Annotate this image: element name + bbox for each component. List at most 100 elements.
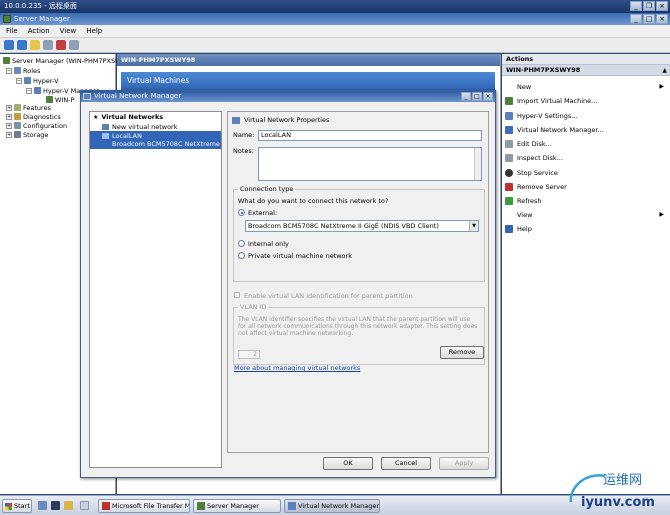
- notes-textarea[interactable]: [258, 147, 482, 181]
- view-icon: [505, 211, 513, 219]
- settings-icon: [505, 111, 513, 120]
- file-transfer-icon: [102, 502, 110, 510]
- powershell-quicklaunch-icon[interactable]: [51, 501, 60, 510]
- server-manager-quicklaunch-icon[interactable]: [38, 501, 47, 510]
- expander-arrow-icon: ★: [93, 113, 99, 121]
- tree-item-storage[interactable]: + Storage: [6, 130, 48, 139]
- action-inspect-disk[interactable]: Inspect Disk...: [505, 152, 667, 163]
- explorer-quicklaunch-icon[interactable]: [64, 501, 73, 510]
- action-new[interactable]: New ▶: [505, 81, 667, 92]
- more-about-virtual-networks-link[interactable]: More about managing virtual networks: [234, 364, 360, 372]
- vlan-id-stepper[interactable]: 2: [238, 350, 260, 359]
- tree-item-roles[interactable]: − Roles: [6, 66, 40, 75]
- actions-header: Actions: [502, 54, 670, 65]
- menu-action[interactable]: Action: [28, 25, 50, 37]
- properties-header: Virtual Network Properties: [232, 116, 329, 124]
- notes-scrollbar[interactable]: [474, 148, 481, 180]
- action-virtual-network-manager[interactable]: Virtual Network Manager...: [505, 124, 667, 135]
- rdp-title-bar: 10.0.0.235 - 远程桌面 _ ❐ ×: [0, 0, 670, 13]
- virtual-machines-header: Virtual Machines: [121, 72, 495, 90]
- network-adapter-select[interactable]: Broadcom BCM5708C NetXtreme II GigE (NDI…: [245, 220, 479, 232]
- window-controls: _ □ ×: [630, 14, 668, 24]
- network-icon: [288, 502, 296, 510]
- toolbar: [0, 38, 670, 53]
- help-icon[interactable]: [56, 40, 66, 50]
- expand-icon[interactable]: +: [6, 122, 12, 129]
- forward-icon[interactable]: [17, 40, 27, 50]
- virtual-networks-header[interactable]: ★ Virtual Networks: [90, 112, 221, 122]
- action-import-vm[interactable]: Import Virtual Machine...: [505, 95, 667, 106]
- properties-icon[interactable]: [69, 40, 79, 50]
- collapse-arrow-icon[interactable]: ▲: [662, 65, 667, 76]
- virtual-network-manager-dialog: Virtual Network Manager _ □ × ★ Virtual …: [80, 90, 496, 478]
- network-properties-icon: [232, 116, 240, 124]
- minimize-icon[interactable]: _: [461, 92, 471, 101]
- action-refresh[interactable]: Refresh: [505, 195, 667, 206]
- configuration-icon: [14, 122, 21, 129]
- dropdown-arrow-icon[interactable]: ▼: [469, 221, 478, 231]
- start-button[interactable]: Start: [2, 499, 32, 513]
- up-folder-icon[interactable]: [30, 40, 40, 50]
- window-title: Server Manager: [14, 15, 70, 23]
- vlan-description: The VLAN identifier specifies the virtua…: [238, 316, 478, 337]
- selected-network-item[interactable]: LocalLAN Broadcom BCM5708C NetXtreme II.…: [90, 131, 221, 149]
- selected-network-adapter: Broadcom BCM5708C NetXtreme II...: [112, 140, 221, 148]
- actions-subheader[interactable]: WIN-PHM7PXSWY98 ▲: [502, 65, 670, 76]
- private-network-radio[interactable]: [238, 252, 245, 259]
- action-help[interactable]: Help: [505, 223, 667, 234]
- maximize-icon[interactable]: □: [472, 92, 482, 101]
- expand-icon[interactable]: +: [6, 131, 12, 138]
- apply-button[interactable]: Apply: [439, 457, 489, 470]
- maximize-icon[interactable]: □: [643, 14, 655, 24]
- action-hyper-v-settings[interactable]: Hyper-V Settings...: [505, 110, 667, 121]
- server-node-icon: [46, 96, 53, 103]
- cancel-button[interactable]: Cancel: [381, 457, 431, 470]
- remove-button[interactable]: Remove: [440, 346, 484, 359]
- ok-button[interactable]: OK: [323, 457, 373, 470]
- action-edit-disk[interactable]: Edit Disk...: [505, 138, 667, 149]
- help-icon: [505, 224, 513, 233]
- roles-icon: [14, 67, 21, 74]
- collapse-icon[interactable]: −: [6, 67, 12, 74]
- expand-icon[interactable]: +: [6, 113, 12, 120]
- menu-file[interactable]: File: [6, 25, 18, 37]
- connection-type-title: Connection type: [238, 185, 296, 193]
- minimize-icon[interactable]: _: [630, 1, 642, 11]
- storage-icon: [14, 131, 21, 138]
- submenu-arrow-icon: ▶: [659, 211, 664, 218]
- close-icon[interactable]: ×: [656, 14, 668, 24]
- close-icon[interactable]: ×: [656, 1, 668, 11]
- expand-icon[interactable]: +: [6, 104, 12, 111]
- collapse-icon[interactable]: −: [26, 87, 32, 94]
- tree-item-hyper-v[interactable]: − Hyper-V: [16, 76, 59, 85]
- menu-view[interactable]: View: [60, 25, 77, 37]
- minimize-icon[interactable]: _: [630, 14, 642, 24]
- name-input[interactable]: LocalLAN: [258, 130, 482, 141]
- diagnostics-icon: [14, 113, 21, 120]
- taskbar-item-file-transfer[interactable]: Microsoft File Transfer M...: [98, 499, 190, 513]
- close-icon[interactable]: ×: [483, 92, 493, 101]
- dialog-window-controls: _ □ ×: [461, 92, 493, 101]
- vlan-enable-checkbox[interactable]: [234, 292, 240, 298]
- internal-only-radio[interactable]: [238, 240, 245, 247]
- rdp-title: 10.0.0.235 - 远程桌面: [4, 2, 77, 10]
- taskbar-item-server-manager[interactable]: Server Manager: [193, 499, 281, 513]
- tree-item-features[interactable]: + Features: [6, 103, 51, 112]
- tree-item-configuration[interactable]: + Configuration: [6, 121, 67, 130]
- tree-item-diagnostics[interactable]: + Diagnostics: [6, 112, 61, 121]
- hyper-v-manager-icon: [34, 87, 41, 94]
- taskbar-item-virtual-network-manager[interactable]: Virtual Network Manager: [284, 499, 380, 513]
- collapse-icon[interactable]: −: [16, 77, 22, 84]
- tree-item-server-manager[interactable]: Server Manager (WIN-PHM7PXSWY: [3, 56, 125, 65]
- show-more-icon[interactable]: [80, 501, 89, 510]
- new-virtual-network-item[interactable]: New virtual network: [90, 122, 221, 131]
- external-radio[interactable]: [238, 209, 245, 216]
- restore-icon[interactable]: ❐: [643, 1, 655, 11]
- menu-bar: File Action View Help: [0, 25, 670, 38]
- action-stop-service[interactable]: Stop Service: [505, 167, 667, 178]
- action-remove-server[interactable]: Remove Server: [505, 181, 667, 192]
- action-view[interactable]: View ▶: [505, 209, 667, 220]
- back-icon[interactable]: [4, 40, 14, 50]
- menu-help[interactable]: Help: [86, 25, 102, 37]
- show-hide-tree-icon[interactable]: [43, 40, 53, 50]
